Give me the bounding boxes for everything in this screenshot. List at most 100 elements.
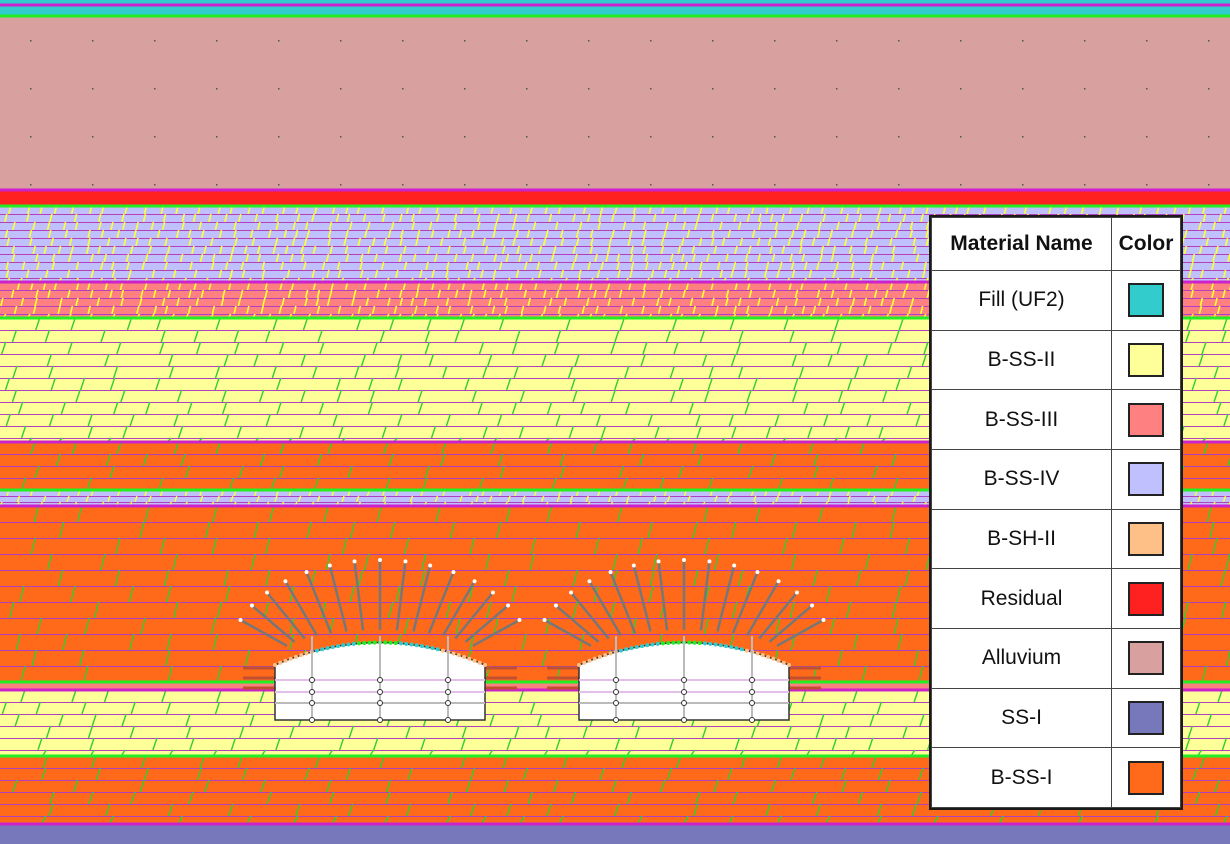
mesh-dot <box>92 40 94 42</box>
mesh-node <box>749 677 755 683</box>
liner-node <box>456 653 461 658</box>
mesh-dot <box>464 88 466 90</box>
mesh-dot <box>1208 88 1210 90</box>
mesh-dot <box>402 136 404 138</box>
liner-node <box>776 658 781 663</box>
mesh-dot <box>960 40 962 42</box>
mesh-dot <box>1208 184 1210 186</box>
mesh-dot <box>1022 40 1024 42</box>
mesh-dot <box>960 184 962 186</box>
mesh-node <box>309 700 315 706</box>
bolt-head <box>238 618 243 623</box>
bolt-head <box>631 563 636 568</box>
liner-node <box>587 658 592 663</box>
mesh-dot <box>154 184 156 186</box>
liner-node <box>351 641 356 646</box>
bolt-head <box>403 559 408 564</box>
legend-row: Residual <box>931 568 1181 629</box>
mesh-dot <box>1208 40 1210 42</box>
liner-node <box>766 654 770 659</box>
mesh-dot <box>464 40 466 42</box>
liner-node <box>467 656 472 661</box>
material-name: Residual <box>931 568 1112 629</box>
liner-node <box>713 642 718 647</box>
bolt-head <box>776 579 781 584</box>
material-legend-table: Material Name Color Fill (UF2) B-SS-II B… <box>931 217 1181 808</box>
liner-node <box>435 647 440 652</box>
mesh-dot <box>30 136 32 138</box>
mesh-node <box>445 677 451 683</box>
mesh-dot <box>340 136 342 138</box>
mesh-dot <box>960 136 962 138</box>
bolt-head <box>490 590 495 595</box>
liner-node <box>582 660 587 665</box>
mesh-dot <box>340 184 342 186</box>
mesh-dot <box>1022 184 1024 186</box>
mesh-node <box>309 677 315 683</box>
mesh-dot <box>92 88 94 90</box>
bolt-head <box>352 559 357 564</box>
mesh-dot <box>154 88 156 90</box>
material-swatch <box>1128 283 1164 318</box>
mesh-dot <box>1146 88 1148 90</box>
bolt-head <box>569 590 574 595</box>
mesh-node <box>749 717 755 723</box>
mesh-dot <box>898 88 900 90</box>
mesh-node <box>445 700 451 706</box>
liner-node <box>760 653 765 658</box>
mesh-node <box>377 700 383 706</box>
mesh-dot <box>588 136 590 138</box>
liner-node <box>771 656 776 661</box>
mesh-node <box>309 689 315 695</box>
bolt-head <box>542 618 547 623</box>
mesh-dot <box>712 40 714 42</box>
mesh-dot <box>216 88 218 90</box>
bolt-head <box>265 590 270 595</box>
bolt-head <box>304 570 309 575</box>
mesh-dot <box>402 88 404 90</box>
mesh-dot <box>836 40 838 42</box>
mesh-dot <box>340 40 342 42</box>
liner-node <box>739 647 744 652</box>
bolt-head <box>656 559 661 564</box>
liner-node <box>697 641 702 646</box>
legend-row: B-SS-II <box>931 329 1181 391</box>
mesh-dot <box>836 136 838 138</box>
mesh-dot <box>774 184 776 186</box>
mesh-dot <box>154 40 156 42</box>
mesh-node <box>309 717 315 723</box>
mesh-node <box>613 677 619 683</box>
mesh-dot <box>30 184 32 186</box>
mesh-dot <box>650 88 652 90</box>
mesh-node <box>749 689 755 695</box>
material-swatch <box>1128 521 1164 556</box>
liner-node <box>608 651 613 656</box>
liner-node <box>687 640 692 645</box>
mesh-node <box>613 717 619 723</box>
liner-node <box>420 644 424 649</box>
bolt-head <box>472 579 477 584</box>
mesh-node <box>445 689 451 695</box>
liner-node <box>708 641 713 646</box>
material-name: Fill (UF2) <box>931 270 1112 331</box>
bolt-head <box>794 590 799 595</box>
mesh-dot <box>1146 184 1148 186</box>
mesh-dot <box>278 88 280 90</box>
material-name: SS-I <box>931 687 1112 749</box>
bolt-head <box>506 603 511 608</box>
liner-node <box>692 640 697 645</box>
liner-node <box>273 663 277 667</box>
mesh-dot <box>650 136 652 138</box>
mesh-dot <box>216 184 218 186</box>
mesh-dot <box>588 184 590 186</box>
mesh-dot <box>836 88 838 90</box>
mesh-dot <box>712 136 714 138</box>
mesh-node <box>749 700 755 706</box>
mesh-dot <box>1084 136 1086 138</box>
mesh-dot <box>216 40 218 42</box>
liner-node <box>399 641 403 646</box>
bolt-head <box>707 559 712 564</box>
mesh-dot <box>774 88 776 90</box>
material-layer <box>0 0 1230 16</box>
mesh-node <box>681 717 687 723</box>
